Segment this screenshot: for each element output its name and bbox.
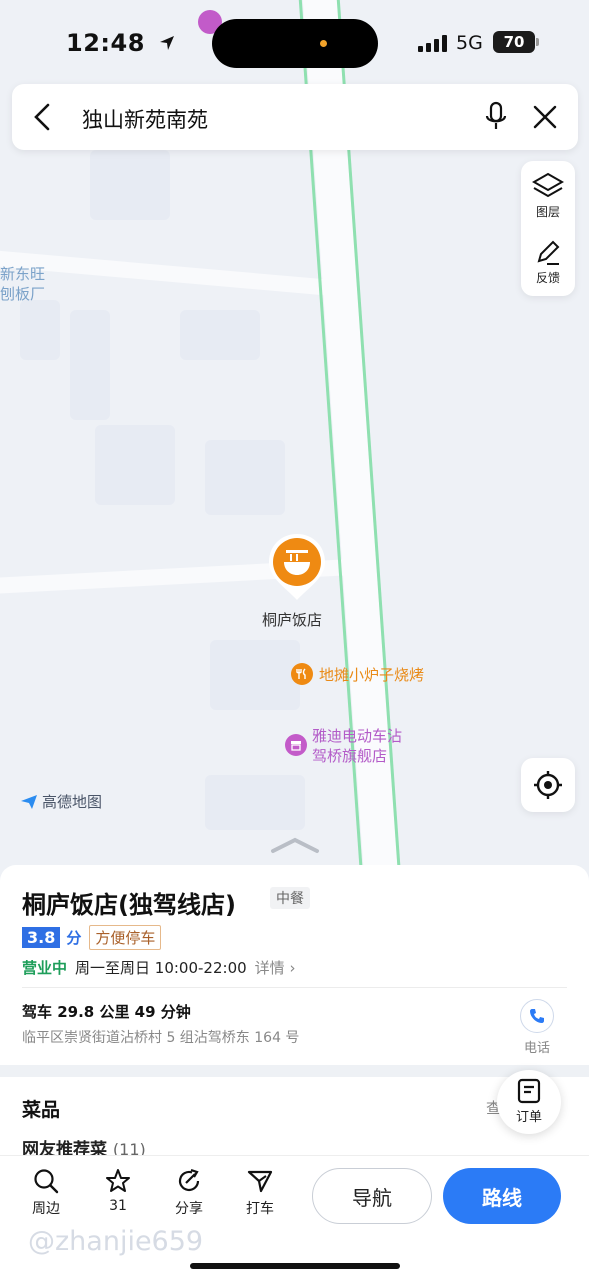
feedback-button[interactable]: 反馈 [521,239,575,286]
selected-pin-label: 桐庐饭店 [262,611,323,629]
road [0,250,340,297]
poi-store-label-line1[interactable]: 雅迪电动车沾 [312,726,402,746]
call-label: 电话 [523,1041,550,1056]
battery-icon: 70 [493,31,535,53]
map-block [205,775,305,830]
dynamic-island [212,19,378,68]
detail-link-text: 详情 [254,959,285,977]
layers-button[interactable]: 图层 [521,171,575,220]
parking-tag: 方便停车 [89,925,162,950]
phone-icon [520,999,554,1033]
chevron-up-icon [271,837,319,853]
shop-icon[interactable] [285,734,307,756]
layers-icon [532,172,564,198]
selected-restaurant-pin[interactable] [266,532,328,602]
rating-score: 3.8 [22,927,61,948]
opening-hours: 周一至周日 10:00-22:00 [75,959,247,977]
map-block [210,640,300,710]
order-label: 订单 [515,1110,542,1125]
battery-level: 70 [503,33,525,51]
hours-row[interactable]: 营业中 周一至周日 10:00-22:00 详情 › [22,957,295,978]
search-bar[interactable]: 独山新苑南苑 [12,84,578,150]
navigate-button[interactable]: 导航 [312,1168,432,1224]
map-side-tools: 图层 反馈 [521,161,575,296]
poi-store-label-line2[interactable]: 驾桥旗舰店 [312,746,387,766]
amap-logo: 高德地图 [20,791,102,812]
menu-title: 菜品 [22,1099,61,1121]
location-arrow-icon [159,36,174,50]
rating-unit: 分 [66,929,82,947]
address: 临平区崇贤街道沾桥村 5 组沾驾桥东 164 号 [22,1030,300,1046]
hours-detail-link[interactable]: 详情 › [255,957,296,978]
drive-info: 驾车 29.8 公里 49 分钟 [22,1003,191,1021]
clock: 12:48 [66,29,176,57]
call-button[interactable]: 电话 [517,999,557,1056]
map-label-factory-line2: 刨板厂 [0,285,46,303]
poi-bbq-label[interactable]: 地摊小炉子烧烤 [319,664,424,685]
receipt-icon [517,1078,541,1104]
network-type: 5G [456,32,483,54]
privacy-dot [320,40,327,47]
map-block [180,310,260,360]
feedback-label: 反馈 [535,271,560,285]
rating-row: 3.8 分 方便停车 [22,925,162,950]
bottom-action-bar: 周边 31 分享 打车 导航 路线 @zhanjie659 [0,1155,589,1280]
map-block [70,310,110,420]
noodle-bowl-icon [269,534,325,600]
search-query[interactable]: 独山新苑南苑 [82,104,208,134]
map-label-factory-line1: 新东旺 [0,265,46,283]
signal-icon [418,35,447,52]
fork-knife-icon[interactable] [291,663,313,685]
pencil-edit-icon [537,240,560,265]
map-block [95,425,175,505]
status-bar: 12:48 5G 70 [0,0,589,84]
share-icon [178,1168,200,1192]
favorite-count: 31 [109,1198,127,1214]
home-indicator[interactable] [190,1263,400,1269]
place-detail-sheet: 桐庐饭店(独驾线店) 中餐 3.8 分 方便停车 营业中 周一至周日 10:00… [0,865,589,1065]
nearby-label: 周边 [32,1201,60,1217]
locate-me-button[interactable] [521,758,575,812]
map-block [20,300,60,360]
layers-label: 图层 [535,205,560,219]
battery-tip [536,38,539,46]
watermark: @zhanjie659 [28,1226,204,1257]
close-icon[interactable] [532,104,558,130]
back-arrow-icon[interactable] [32,103,52,131]
share-button[interactable]: 分享 [163,1168,215,1218]
taxi-label: 打车 [246,1201,274,1217]
star-icon [106,1169,130,1192]
crosshair-icon [534,771,562,799]
map-block [205,440,285,515]
route-button[interactable]: 路线 [443,1168,561,1224]
nearby-button[interactable]: 周边 [20,1168,72,1218]
order-button[interactable]: 订单 [497,1070,561,1134]
taxi-button[interactable]: 打车 [234,1168,286,1218]
taxi-flag-icon [247,1170,273,1193]
place-name: 桐庐饭店(独驾线店) [22,891,236,919]
divider [22,987,567,988]
favorite-button[interactable]: 31 [92,1168,144,1214]
share-label: 分享 [175,1201,203,1217]
microphone-icon[interactable] [484,101,508,133]
amap-brand-text: 高德地图 [42,793,103,811]
clock-text: 12:48 [66,29,145,57]
chevron-right-icon: › [289,959,296,977]
sheet-drag-handle[interactable] [270,836,320,858]
category-tag: 中餐 [270,887,310,909]
search-icon [34,1169,59,1194]
map-block [90,150,170,220]
amap-logo-icon [21,794,37,809]
open-status: 营业中 [22,959,68,977]
